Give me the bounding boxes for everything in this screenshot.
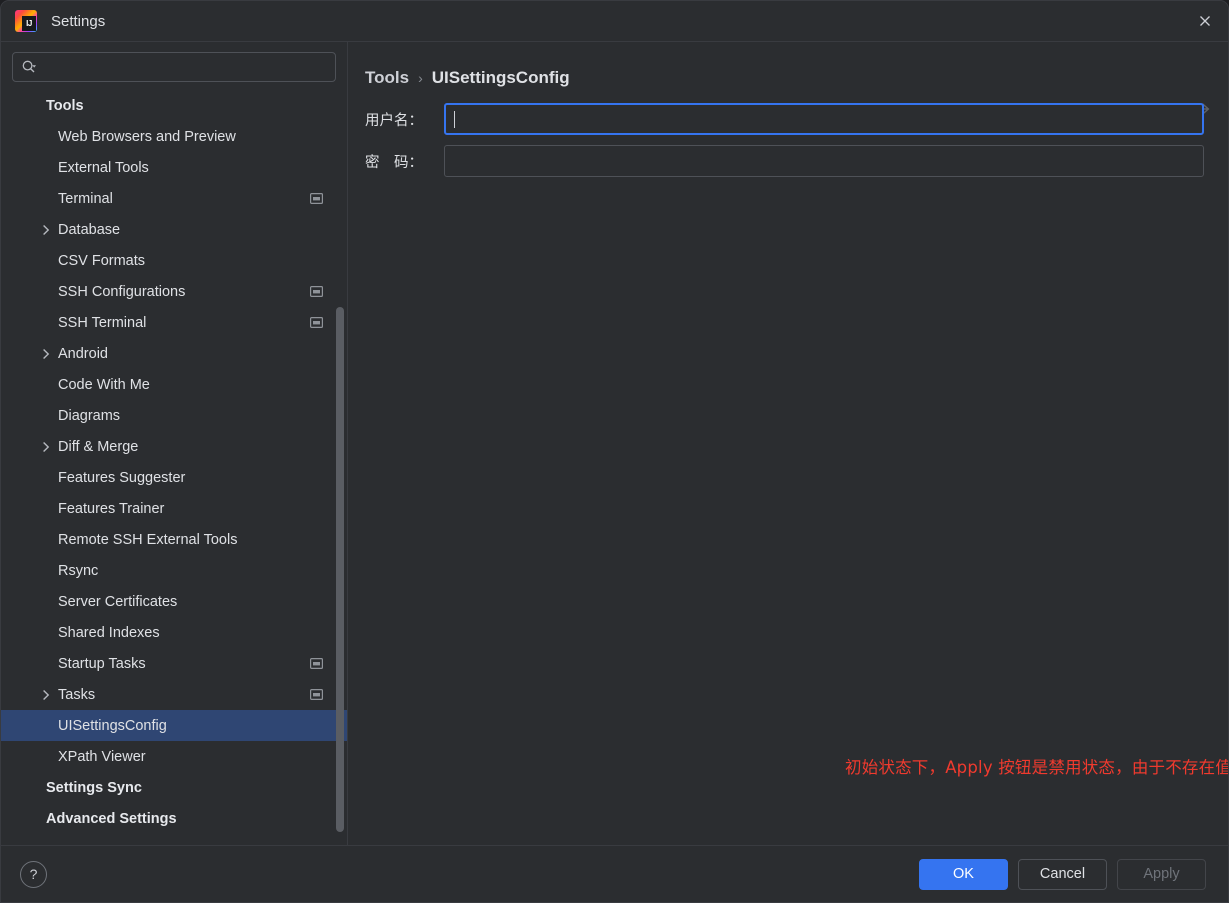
sidebar-item-label: Shared Indexes [58, 624, 160, 641]
sidebar-item-terminal[interactable]: Terminal [1, 183, 347, 214]
username-input[interactable] [453, 111, 1195, 127]
sidebar-item-label: Code With Me [58, 376, 150, 393]
sidebar-item-label: Web Browsers and Preview [58, 128, 236, 145]
sidebar-item-server-certificates[interactable]: Server Certificates [1, 586, 347, 617]
help-button[interactable]: ? [20, 860, 47, 888]
sidebar-item-code-with-me[interactable]: Code With Me [1, 369, 347, 400]
project-scope-icon [310, 193, 323, 204]
sidebar-item-web-browsers-and-preview[interactable]: Web Browsers and Preview [1, 121, 347, 152]
sidebar-item-label: Diff & Merge [58, 438, 139, 455]
sidebar-item-label: Remote SSH External Tools [58, 531, 238, 548]
sidebar-item-label: UISettingsConfig [58, 717, 167, 734]
sidebar-scrollbar[interactable] [336, 307, 344, 832]
sidebar-item-label: Features Trainer [58, 500, 165, 517]
apply-button: Apply [1117, 858, 1206, 890]
chevron-right-icon[interactable] [37, 689, 55, 701]
sidebar-item-label: External Tools [58, 159, 149, 176]
breadcrumb: Tools › UISettingsConfig [348, 42, 1228, 94]
settings-dialog: Settings [0, 0, 1229, 903]
sidebar-item-label: Settings Sync [46, 779, 142, 796]
breadcrumb-parent[interactable]: Tools [365, 68, 409, 88]
dialog-body: Tools Web Browsers and Preview External To… [1, 42, 1228, 845]
dialog-footer: ? OK Cancel Apply [1, 845, 1228, 902]
dialog-buttons: OK Cancel Apply [919, 858, 1206, 890]
password-input[interactable] [452, 153, 1196, 169]
sidebar-item-label: Android [58, 345, 108, 362]
sidebar-item-label: Tasks [58, 686, 96, 703]
sidebar-item-ssh-terminal[interactable]: SSH Terminal [1, 307, 347, 338]
sidebar-item-label: Features Suggester [58, 469, 186, 486]
chevron-right-icon[interactable] [37, 441, 55, 453]
form-row: 用户名： [365, 103, 1204, 135]
sidebar-scrollbar-thumb[interactable] [336, 307, 344, 832]
sidebar-item-features-suggester[interactable]: Features Suggester [1, 462, 347, 493]
project-scope-icon [310, 689, 323, 700]
project-scope-icon [310, 658, 323, 669]
form-row: 密 码： [365, 145, 1204, 177]
title-bar: Settings [1, 1, 1228, 42]
sidebar-item-advanced-settings[interactable]: Advanced Settings [1, 803, 347, 834]
sidebar-item-xpath-viewer[interactable]: XPath Viewer [1, 741, 347, 772]
username-field[interactable] [444, 103, 1204, 135]
sidebar-item-label: XPath Viewer [58, 748, 146, 765]
settings-sidebar: Tools Web Browsers and Preview External To… [1, 42, 348, 845]
sidebar-item-label: Server Certificates [58, 593, 178, 610]
sidebar-item-label: SSH Terminal [58, 314, 147, 331]
sidebar-item-label: Diagrams [58, 407, 121, 424]
chevron-right-icon[interactable] [37, 348, 55, 360]
sidebar-item-tools[interactable]: Tools [1, 90, 347, 121]
sidebar-item-startup-tasks[interactable]: Startup Tasks [1, 648, 347, 679]
sidebar-item-label: Tools [46, 97, 84, 114]
sidebar-item-label: Startup Tasks [58, 655, 146, 672]
breadcrumb-separator-icon: › [418, 70, 423, 86]
annotation-text: 初始状态下，Apply 按钮是禁用状态，由于不存在值，Reset 按钮也不存在 [845, 758, 1228, 777]
sidebar-item-label: CSV Formats [58, 252, 146, 269]
sidebar-item-label: Terminal [58, 190, 113, 207]
project-scope-icon [310, 317, 323, 328]
password-field[interactable] [444, 145, 1204, 177]
close-button[interactable] [1182, 1, 1228, 41]
sidebar-item-remote-ssh-external-tools[interactable]: Remote SSH External Tools [1, 524, 347, 555]
sidebar-item-android[interactable]: Android [1, 338, 347, 369]
sidebar-item-features-trainer[interactable]: Features Trainer [1, 493, 347, 524]
sidebar-item-tasks[interactable]: Tasks [1, 679, 347, 710]
field-label: 密 码： [365, 154, 423, 171]
sidebar-item-label: SSH Configurations [58, 283, 186, 300]
sidebar-item-rsync[interactable]: Rsync [1, 555, 347, 586]
sidebar-item-database[interactable]: Database [1, 214, 347, 245]
sidebar-item-label: Rsync [58, 562, 99, 579]
ok-button[interactable]: OK [919, 858, 1008, 890]
breadcrumb-current: UISettingsConfig [431, 68, 570, 87]
sidebar-item-diff-merge[interactable]: Diff & Merge [1, 431, 347, 462]
settings-main-panel: Tools › UISettingsConfig 用户名： 密 码： 初始状态下，… [348, 42, 1228, 845]
sidebar-item-external-tools[interactable]: External Tools [1, 152, 347, 183]
search-area [1, 42, 347, 90]
sidebar-item-diagrams[interactable]: Diagrams [1, 400, 347, 431]
search-input[interactable] [43, 59, 327, 75]
sidebar-item-label: Advanced Settings [46, 810, 177, 827]
sidebar-item-label: Database [58, 221, 121, 238]
chevron-right-icon[interactable] [37, 224, 55, 236]
window-title: Settings [51, 12, 106, 30]
field-label: 用户名： [365, 112, 423, 129]
text-caret [454, 111, 455, 128]
sidebar-item-ssh-configurations[interactable]: SSH Configurations [1, 276, 347, 307]
search-box[interactable] [12, 52, 336, 82]
sidebar-item-csv-formats[interactable]: CSV Formats [1, 245, 347, 276]
sidebar-item-settings-sync[interactable]: Settings Sync [1, 772, 347, 803]
settings-form: 用户名： 密 码： [348, 94, 1228, 187]
sidebar-item-uisettingsconfig[interactable]: UISettingsConfig [1, 710, 347, 741]
close-icon [1200, 16, 1210, 26]
project-scope-icon [310, 286, 323, 297]
sidebar-item-shared-indexes[interactable]: Shared Indexes [1, 617, 347, 648]
search-icon [21, 59, 37, 75]
settings-tree: Tools Web Browsers and Preview External To… [1, 90, 347, 845]
intellij-idea-logo-icon [15, 10, 37, 32]
cancel-button[interactable]: Cancel [1018, 858, 1107, 890]
